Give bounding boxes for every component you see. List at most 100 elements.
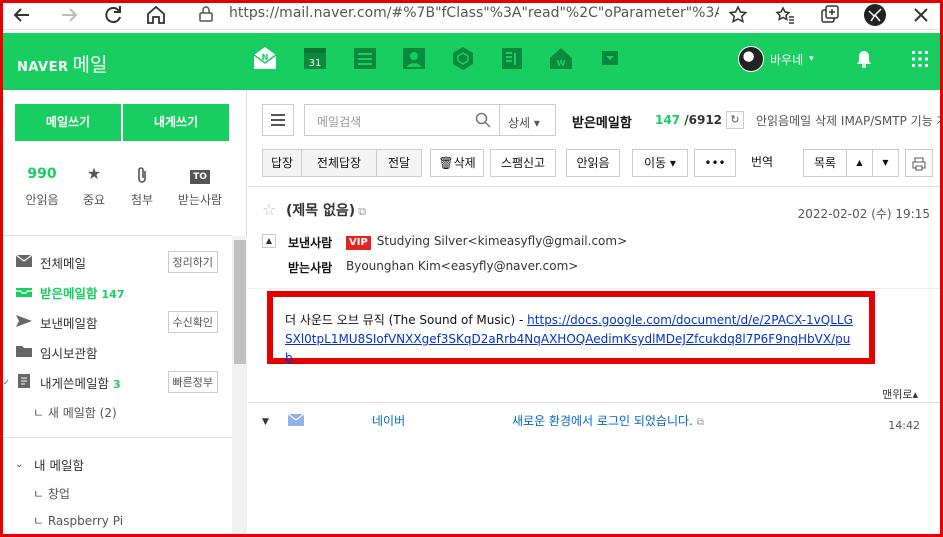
profile-icon[interactable] <box>863 3 887 27</box>
sidebar-item-drafts[interactable]: 임시보관함 <box>3 339 232 365</box>
avatar <box>738 46 764 72</box>
sidebar-item-all-mail[interactable]: 전체메일 정리하기 <box>3 249 232 275</box>
address-bar[interactable]: https://mail.naver.com/#%7B"fClass"%3A"r… <box>229 5 719 21</box>
sidebar-item-raspberry-pi[interactable]: ㄴ Raspberry Pi <box>3 507 232 533</box>
favorites-icon[interactable] <box>773 3 797 27</box>
close-icon[interactable] <box>909 3 933 27</box>
sidebar-item-startup[interactable]: ㄴ 창업 <box>3 480 232 506</box>
divider <box>248 186 940 187</box>
lock-icon[interactable] <box>199 6 213 22</box>
sidebar-item-inbox[interactable]: 받은메일함 147 <box>3 279 232 305</box>
mark-unread-button[interactable]: 안읽음 <box>566 149 620 177</box>
from-value[interactable]: VIP Studying Silver<kimeasyfly@gmail.com> <box>346 234 627 250</box>
chevron-down-icon[interactable]: ▼ <box>262 417 269 427</box>
organize-button[interactable]: 정리하기 <box>167 251 218 273</box>
mail-count: 147 /6912 <box>655 113 723 127</box>
divider <box>248 288 940 289</box>
grid-menu-icon[interactable] <box>909 48 935 74</box>
sidebar: 메일쓰기 내게쓰기 990 안읽음 ★ 중요 첨부 TO 받는사람 전체메일 정… <box>3 90 247 534</box>
browser-toolbar: https://mail.naver.com/#%7B"fClass"%3A"r… <box>0 0 943 30</box>
paperclip-icon <box>112 163 172 185</box>
self-sent-count: 3 <box>113 377 121 391</box>
forward-icon[interactable] <box>57 3 81 27</box>
forward-button[interactable]: 전달 <box>376 149 422 177</box>
more-app-icon[interactable] <box>597 45 623 71</box>
to-badge-icon: TO <box>190 170 210 184</box>
home-app-icon[interactable]: W <box>548 45 574 71</box>
attachment-filter[interactable]: 첨부 <box>112 163 172 208</box>
more-button[interactable]: ••• <box>694 149 736 177</box>
to-me-filter[interactable]: TO 받는사람 <box>170 163 230 208</box>
star-icon[interactable]: ☆ <box>262 200 276 219</box>
home-icon[interactable] <box>144 3 168 27</box>
sidebar-item-self-sent[interactable]: ✓ 내게쓴메일함 3 빠른정부 <box>3 369 232 395</box>
next-mail-subject[interactable]: 새로운 환경에서 로그인 되었습니다. ⧉ <box>512 412 704 429</box>
external-link-icon: ⧉ <box>696 417 704 428</box>
quick-organize-button[interactable]: 빠른정부 <box>167 371 218 393</box>
my-folders-header[interactable]: ⌄ 내 메일함 <box>3 451 232 477</box>
from-label: 보낸사람 <box>288 236 333 250</box>
user-menu[interactable]: 바우네 ▾ <box>738 46 814 72</box>
write-to-self-button[interactable]: 내게쓰기 <box>123 104 229 141</box>
list-app-icon[interactable] <box>352 45 378 71</box>
main-panel: 메일검색 상세 ▾ 받은메일함 147 /6912 ↻ 안읽음메일 삭제 IMA… <box>248 90 940 534</box>
divider <box>3 235 232 236</box>
inbox-icon <box>15 284 33 300</box>
next-mail-sender[interactable]: 네이버 <box>372 412 405 429</box>
next-mail-button[interactable]: ▼ <box>872 149 899 177</box>
reply-button[interactable]: 답장 <box>262 149 302 177</box>
chevron-down-icon: ⌄ <box>15 458 24 470</box>
folder-icon <box>15 344 33 360</box>
chevron-down-icon: ▾ <box>809 54 814 64</box>
mail-app-icon[interactable]: N <box>252 45 278 71</box>
menu-icon[interactable] <box>262 104 294 136</box>
delete-button[interactable]: 🗑삭제 <box>430 149 484 177</box>
translate-button[interactable]: 번역 <box>742 149 782 177</box>
collapse-icon[interactable]: ▲ <box>262 234 276 248</box>
envelope-icon <box>15 254 33 270</box>
contacts-app-icon[interactable] <box>401 45 427 71</box>
spam-report-button[interactable]: 스팸신고 <box>490 149 556 177</box>
to-label: 받는사람 <box>288 261 333 275</box>
move-dropdown[interactable]: 이동 ▾ <box>632 149 688 177</box>
back-icon[interactable] <box>10 3 34 27</box>
search-icon[interactable] <box>475 112 491 128</box>
collections-icon[interactable] <box>818 3 842 27</box>
send-icon <box>15 314 33 330</box>
print-icon[interactable] <box>905 149 933 177</box>
note-icon <box>15 374 33 390</box>
refresh-icon[interactable]: ↻ <box>726 111 744 129</box>
search-detail-dropdown[interactable]: 상세 ▾ <box>500 104 556 136</box>
to-top-link[interactable]: 맨위로▴ <box>882 386 918 402</box>
calendar-app-icon[interactable]: 31 <box>302 45 328 71</box>
scrollbar-thumb[interactable] <box>234 240 246 364</box>
notice-text[interactable]: 안읽음메일 삭제 IMAP/SMTP 기능 개선 사전 안내 <box>756 112 940 129</box>
next-mail-time: 14:42 <box>888 419 920 432</box>
mail-body: 더 사운드 오브 뮤직 (The Sound of Music) - https… <box>267 291 875 365</box>
write-mail-button[interactable]: 메일쓰기 <box>15 104 121 141</box>
vip-badge: VIP <box>346 236 371 250</box>
search-input[interactable]: 메일검색 <box>304 104 500 136</box>
to-value[interactable]: Byounghan Kim<easyfly@naver.com> <box>346 259 578 273</box>
inbox-count: 147 <box>101 287 125 301</box>
sidebar-item-new-folder[interactable]: ㄴ 새 메일함 (2) <box>3 399 232 425</box>
add-favorite-icon[interactable] <box>726 3 750 27</box>
page-title: 받은메일함 <box>572 116 632 131</box>
external-link-icon: ⧉ <box>358 205 367 218</box>
mail-subject: (제목 없음) ⧉ <box>286 203 367 219</box>
prev-mail-button[interactable]: ▲ <box>846 149 873 177</box>
svg-text:N: N <box>262 53 269 62</box>
user-name: 바우네 <box>770 52 804 67</box>
trash-icon: 🗑 <box>438 156 454 170</box>
svg-text:W: W <box>557 59 566 68</box>
memo-app-icon[interactable] <box>499 45 525 71</box>
reload-icon[interactable] <box>101 3 125 27</box>
list-button[interactable]: 목록 <box>803 149 847 177</box>
naver-mail-logo[interactable]: NAVER 메일 <box>17 50 107 77</box>
sidebar-item-sent[interactable]: 보낸메일함 수신확인 <box>3 309 232 335</box>
read-receipt-button[interactable]: 수신확인 <box>167 311 218 333</box>
reply-all-button[interactable]: 전체답장 <box>301 149 377 177</box>
box-app-icon[interactable] <box>450 45 476 71</box>
bell-icon[interactable] <box>853 48 879 74</box>
unread-filter[interactable]: 990 안읽음 <box>12 163 72 208</box>
